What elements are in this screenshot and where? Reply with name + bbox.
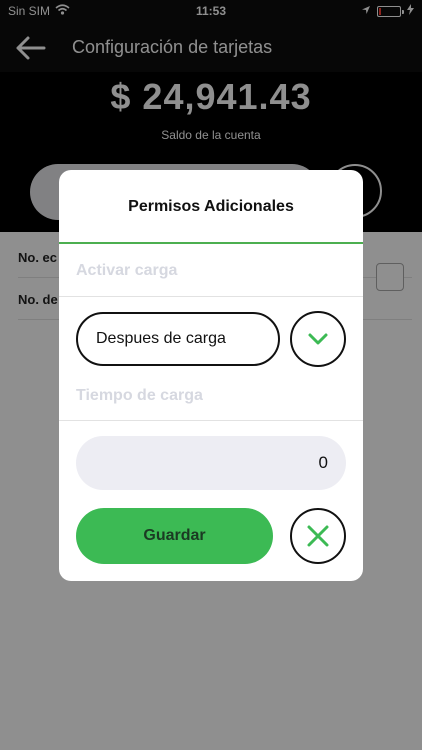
close-icon bbox=[307, 525, 329, 547]
save-button[interactable]: Guardar bbox=[76, 508, 273, 564]
field-divider bbox=[59, 420, 363, 421]
charge-mode-select[interactable]: Despues de carga bbox=[76, 312, 280, 366]
field-divider bbox=[59, 296, 363, 297]
charge-time-label: Tiempo de carga bbox=[76, 387, 203, 404]
title-divider bbox=[59, 242, 363, 244]
activate-charge-label: Activar carga bbox=[76, 262, 178, 279]
charge-time-input[interactable]: 0 bbox=[76, 436, 346, 490]
cancel-button[interactable] bbox=[290, 508, 346, 564]
chevron-down-icon bbox=[308, 333, 328, 345]
dialog-title: Permisos Adicionales bbox=[128, 198, 294, 215]
permissions-dialog: Permisos Adicionales Activar carga Despu… bbox=[59, 170, 363, 581]
dropdown-button[interactable] bbox=[290, 311, 346, 367]
